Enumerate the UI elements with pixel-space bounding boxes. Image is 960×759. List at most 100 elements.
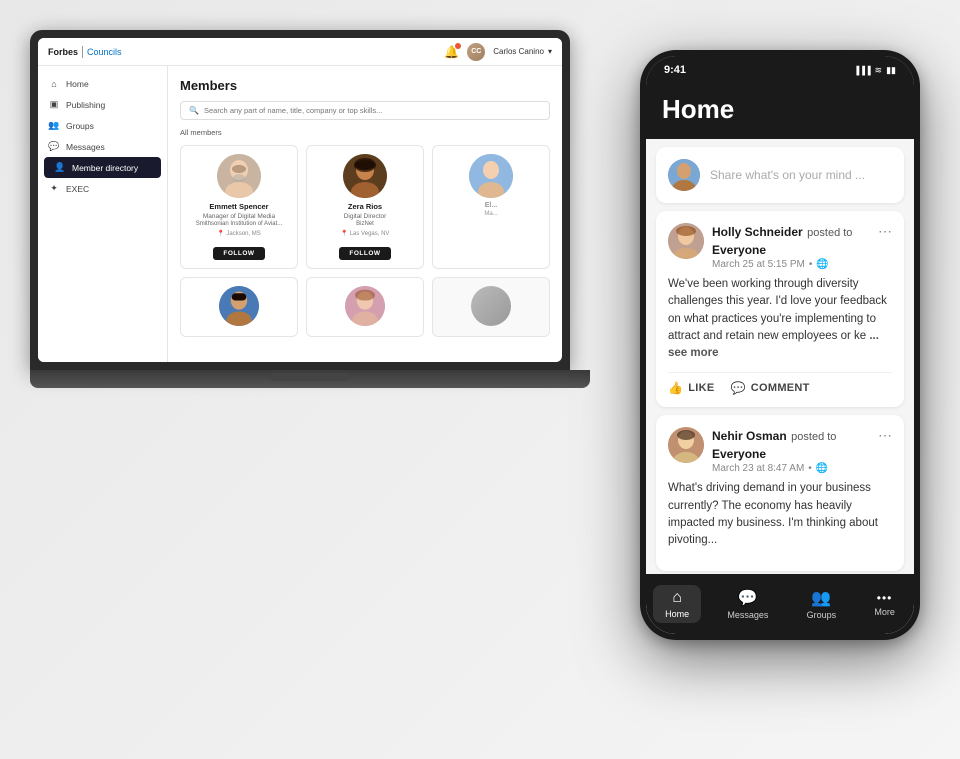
groups-icon: 👥 — [48, 120, 60, 131]
comment-button-holly[interactable]: 💬 COMMENT — [731, 381, 810, 395]
status-icons: ▐▐▐ ≋ ▮▮ — [854, 65, 896, 76]
forbes-logo: Forbes Councils — [48, 46, 122, 58]
post-timestamp-holly: March 25 at 5:15 PM • 🌐 — [712, 259, 878, 270]
globe-icon-nehir: 🌐 — [816, 463, 828, 474]
nav-more-icon: ••• — [877, 591, 893, 605]
like-button-holly[interactable]: 👍 LIKE — [668, 381, 715, 395]
nav-item-groups[interactable]: 👥 Groups — [795, 584, 849, 624]
follow-button-1[interactable]: FOLLOW — [339, 247, 390, 260]
member-avatar-partial — [469, 154, 513, 198]
sidebar-item-exec[interactable]: ✦ EXEC — [38, 178, 167, 199]
laptop-device: Forbes Councils 🔔 CC Carlos Canino ▾ ⌂ H — [30, 30, 590, 410]
member-company-partial: Ma... — [439, 211, 543, 217]
sidebar-item-publishing[interactable]: ▣ Publishing — [38, 94, 167, 115]
member-location-0: 📍 Jackson, MS — [187, 230, 291, 237]
search-bar[interactable]: 🔍 — [180, 101, 550, 120]
user-name[interactable]: Carlos Canino ▾ — [493, 47, 552, 56]
search-input[interactable] — [204, 106, 541, 115]
post-author-info-nehir: Nehir Osman posted to Everyone March 23 … — [668, 427, 878, 474]
post-avatar-nehir — [668, 427, 704, 463]
phone-body: 9:41 ▐▐▐ ≋ ▮▮ Home — [640, 50, 920, 640]
location-pin-icon: 📍 — [217, 231, 224, 237]
post-header-holly: Holly Schneider posted to Everyone March… — [668, 223, 892, 270]
nav-home-icon: ⌂ — [672, 589, 682, 607]
nav-groups-icon: 👥 — [811, 588, 831, 608]
phone-screen: 9:41 ▐▐▐ ≋ ▮▮ Home — [646, 56, 914, 634]
phone-content[interactable]: Share what's on your mind ... — [646, 139, 914, 574]
post-author-info-holly: Holly Schneider posted to Everyone March… — [668, 223, 878, 270]
member-avatar-emmett — [217, 154, 261, 198]
home-icon: ⌂ — [48, 79, 60, 89]
all-members-label: All members — [180, 128, 550, 137]
sidebar-item-messages[interactable]: 💬 Messages — [38, 136, 167, 157]
compose-placeholder[interactable]: Share what's on your mind ... — [710, 168, 865, 182]
member-directory-icon: 👤 — [54, 162, 66, 173]
phone-header: Home — [646, 84, 914, 139]
content-title: Members — [180, 78, 550, 93]
signal-icon: ▐▐▐ — [854, 66, 871, 75]
member-avatar-row2-1 — [219, 286, 259, 326]
member-card-zera: Zera Rios Digital Director BizNet 📍 Las … — [306, 145, 424, 269]
member-avatar-zera — [343, 154, 387, 198]
phone-notch — [740, 56, 820, 76]
feed-post-nehir: Nehir Osman posted to Everyone March 23 … — [656, 415, 904, 571]
member-company-0: Smithsonian Institution of Aviat... — [187, 221, 291, 227]
nav-messages-label: Messages — [727, 610, 768, 620]
sidebar-item-groups[interactable]: 👥 Groups — [38, 115, 167, 136]
post-meta-holly: Holly Schneider posted to Everyone March… — [712, 223, 878, 270]
member-name-1: Zera Rios — [313, 202, 417, 211]
member-card-row2-3 — [432, 277, 550, 337]
post-author-name-holly: Holly Schneider posted to Everyone — [712, 223, 878, 259]
laptop-base — [30, 370, 590, 388]
nav-item-more[interactable]: ••• More — [862, 587, 907, 621]
post-body-nehir: What's driving demand in your business c… — [668, 480, 892, 549]
member-location-1: 📍 Las Vegas, NV — [313, 230, 417, 237]
nav-home-label: Home — [665, 609, 689, 619]
more-options-button-holly[interactable]: ⋯ — [878, 223, 892, 240]
battery-icon: ▮▮ — [886, 65, 896, 76]
member-card-row2-1 — [180, 277, 298, 337]
status-time: 9:41 — [664, 64, 686, 76]
more-options-button-nehir[interactable]: ⋯ — [878, 427, 892, 444]
phone-page-title: Home — [662, 94, 898, 125]
member-card-emmett: Emmett Spencer Manager of Digital Media … — [180, 145, 298, 269]
member-title-1: Digital Director — [313, 213, 417, 220]
post-timestamp-nehir: March 23 at 8:47 AM • 🌐 — [712, 463, 878, 474]
sidebar-item-member-directory[interactable]: 👤 Member directory — [44, 157, 161, 178]
member-name-partial: El... — [439, 202, 543, 209]
post-actions-holly: 👍 LIKE 💬 COMMENT — [668, 372, 892, 395]
nav-messages-icon: 💬 — [738, 588, 758, 608]
globe-icon-holly: 🌐 — [816, 259, 828, 270]
notification-icon[interactable]: 🔔 — [444, 45, 459, 59]
location-pin-icon-2: 📍 — [341, 231, 348, 237]
post-body-holly: We've been working through diversity cha… — [668, 276, 892, 362]
member-card-partial: El... Ma... — [432, 145, 550, 269]
search-icon: 🔍 — [189, 106, 199, 115]
member-company-1: BizNet — [313, 221, 417, 227]
phone-navbar: ⌂ Home 💬 Messages 👥 Groups ••• More — [646, 574, 914, 634]
wifi-icon: ≋ — [875, 65, 883, 76]
laptop-content-area: Members 🔍 All members — [168, 66, 562, 362]
post-author-name-nehir: Nehir Osman posted to Everyone — [712, 427, 878, 463]
member-card-row2-2 — [306, 277, 424, 337]
post-meta-nehir: Nehir Osman posted to Everyone March 23 … — [712, 427, 878, 474]
laptop-screen: Forbes Councils 🔔 CC Carlos Canino ▾ ⌂ H — [30, 30, 570, 370]
members-grid-row2 — [180, 277, 550, 337]
nav-item-home[interactable]: ⌂ Home — [653, 585, 701, 623]
member-name-0: Emmett Spencer — [187, 202, 291, 211]
follow-button-0[interactable]: FOLLOW — [213, 247, 264, 260]
members-grid: Emmett Spencer Manager of Digital Media … — [180, 145, 550, 269]
member-title-0: Manager of Digital Media — [187, 213, 291, 220]
compose-bar[interactable]: Share what's on your mind ... — [656, 147, 904, 203]
comment-icon: 💬 — [731, 381, 746, 395]
laptop-main-layout: ⌂ Home ▣ Publishing 👥 Groups 💬 Messages — [38, 66, 562, 362]
nav-groups-label: Groups — [807, 610, 837, 620]
messages-icon: 💬 — [48, 141, 60, 152]
feed-post-holly: Holly Schneider posted to Everyone March… — [656, 211, 904, 407]
sidebar-item-home[interactable]: ⌂ Home — [38, 74, 167, 94]
laptop-sidebar: ⌂ Home ▣ Publishing 👥 Groups 💬 Messages — [38, 66, 168, 362]
user-avatar: CC — [467, 43, 485, 61]
nav-item-messages[interactable]: 💬 Messages — [715, 584, 780, 624]
compose-user-avatar — [668, 159, 700, 191]
phone-device: 9:41 ▐▐▐ ≋ ▮▮ Home — [640, 50, 920, 640]
